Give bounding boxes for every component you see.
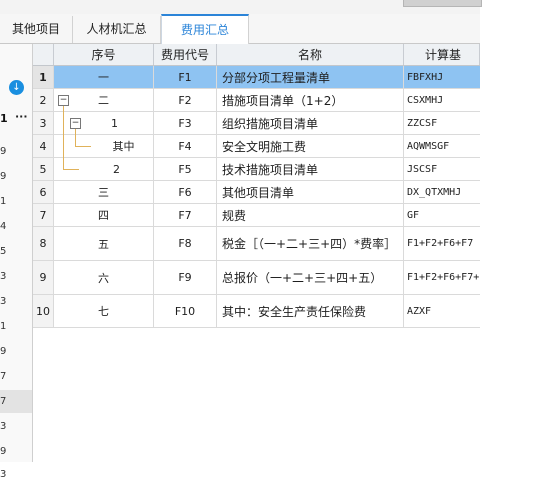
tab-labor-material-summary[interactable]: 人材机汇总 (73, 16, 161, 43)
tab-other-items[interactable]: 其他项目 (0, 16, 73, 43)
row-index: 2 (33, 89, 54, 111)
row-calc-base[interactable]: DX_QTXMHJ (404, 181, 480, 203)
left-tree-panel: ↓ 1 ··· 9 9 1 4 5 3 3 1 9 7 7 3 9 3 (0, 44, 33, 480)
table-row[interactable]: 10 七 F10 其中：安全生产责任保险费 AZXF (33, 295, 480, 328)
row-seq[interactable]: 三 (54, 181, 154, 203)
tab-bar: 其他项目 人材机汇总 费用汇总 (0, 14, 480, 45)
title-strip (0, 0, 482, 14)
table-row[interactable]: 4 其中 F4 安全文明施工费 AQWMSGF (33, 135, 480, 158)
left-item-number[interactable]: 3 (0, 296, 6, 307)
col-header-code[interactable]: 费用代号 (154, 44, 217, 65)
left-item-number[interactable]: 9 (0, 146, 6, 157)
row-name[interactable]: 规费 (217, 204, 404, 226)
row-seq[interactable]: 五 (54, 227, 154, 260)
row-code[interactable]: F8 (154, 227, 217, 260)
left-item-number[interactable]: 3 (0, 469, 6, 480)
window-control[interactable] (403, 0, 482, 7)
row-code[interactable]: F10 (154, 295, 217, 327)
row-calc-base[interactable]: AZXF (404, 295, 480, 327)
row-calc-base[interactable]: F1+F2+F6+F7 (404, 227, 480, 260)
row-code[interactable]: F2 (154, 89, 217, 111)
row-name[interactable]: 税金［（一+二+三+四）*费率］ (217, 227, 404, 260)
download-icon[interactable]: ↓ (9, 80, 24, 95)
row-name[interactable]: 组织措施项目清单 (217, 112, 404, 134)
left-item-number[interactable]: 9 (0, 446, 6, 457)
left-item-number[interactable]: 7 (0, 371, 6, 382)
left-item-number[interactable]: 9 (0, 346, 6, 357)
tree-guide-line (75, 129, 76, 146)
row-code[interactable]: F9 (154, 261, 217, 294)
row-name[interactable]: 措施项目清单（1+2） (217, 89, 404, 111)
table-row[interactable]: 1 一 F1 分部分项工程量清单 FBFXHJ (33, 66, 480, 89)
row-code[interactable]: F5 (154, 158, 217, 180)
left-item-number[interactable]: 7 (0, 396, 6, 407)
row-name[interactable]: 分部分项工程量清单 (217, 66, 404, 88)
row-calc-base[interactable]: GF (404, 204, 480, 226)
row-name[interactable]: 总报价（一+二+三+四+五） (217, 261, 404, 294)
tree-guide-line (63, 169, 79, 170)
row-code[interactable]: F3 (154, 112, 217, 134)
row-code[interactable]: F6 (154, 181, 217, 203)
row-calc-base[interactable]: F1+F2+F6+F7+F (404, 261, 480, 294)
table-row[interactable]: 5 2 F5 技术措施项目清单 JSCSF (33, 158, 480, 181)
collapse-toggle-icon[interactable]: − (70, 118, 81, 129)
row-calc-base[interactable]: JSCSF (404, 158, 480, 180)
left-item-number[interactable]: 9 (0, 171, 6, 182)
row-index: 4 (33, 135, 54, 157)
col-header-name[interactable]: 名称 (217, 44, 404, 65)
more-options-button[interactable]: ··· (15, 110, 28, 123)
collapse-toggle-icon[interactable]: − (58, 95, 69, 106)
left-item-number[interactable]: 5 (0, 246, 6, 257)
left-item-number[interactable]: 3 (0, 271, 6, 282)
row-name[interactable]: 技术措施项目清单 (217, 158, 404, 180)
row-index: 1 (33, 66, 54, 88)
row-code[interactable]: F1 (154, 66, 217, 88)
table-row[interactable]: 9 六 F9 总报价（一+二+三+四+五） F1+F2+F6+F7+F (33, 261, 480, 295)
row-index: 5 (33, 158, 54, 180)
left-item-number[interactable]: 1 (0, 321, 6, 332)
row-index: 8 (33, 227, 54, 260)
row-index: 10 (33, 295, 54, 327)
row-seq[interactable]: 1 (54, 112, 154, 134)
row-name[interactable]: 其他项目清单 (217, 181, 404, 203)
row-index: 9 (33, 261, 54, 294)
row-calc-base[interactable]: FBFXHJ (404, 66, 480, 88)
tab-cost-summary[interactable]: 费用汇总 (161, 14, 249, 45)
grid-header: 序号 费用代号 名称 计算基 (33, 44, 480, 66)
row-calc-base[interactable]: CSXMHJ (404, 89, 480, 111)
row-name[interactable]: 其中：安全生产责任保险费 (217, 295, 404, 327)
row-index: 7 (33, 204, 54, 226)
row-calc-base[interactable]: ZZCSF (404, 112, 480, 134)
level-label: 1 (0, 112, 8, 125)
table-row[interactable]: 6 三 F6 其他项目清单 DX_QTXMHJ (33, 181, 480, 204)
table-row[interactable]: 7 四 F7 规费 GF (33, 204, 480, 227)
row-code[interactable]: F4 (154, 135, 217, 157)
row-seq[interactable]: 六 (54, 261, 154, 294)
row-seq[interactable]: 四 (54, 204, 154, 226)
row-seq[interactable]: 一 (54, 66, 154, 88)
row-index: 3 (33, 112, 54, 134)
left-item-number[interactable]: 3 (0, 421, 6, 432)
row-index: 6 (33, 181, 54, 203)
row-name[interactable]: 安全文明施工费 (217, 135, 404, 157)
row-code[interactable]: F7 (154, 204, 217, 226)
table-row[interactable]: 2 二 F2 措施项目清单（1+2） CSXMHJ (33, 89, 480, 112)
left-item-number[interactable]: 1 (0, 196, 6, 207)
tree-guide-line (75, 146, 91, 147)
row-seq[interactable]: 其中 (54, 135, 154, 157)
table-row[interactable]: 3 1 F3 组织措施项目清单 ZZCSF (33, 112, 480, 135)
col-header-seq[interactable]: 序号 (54, 44, 154, 65)
left-item-number[interactable]: 4 (0, 221, 6, 232)
row-seq[interactable]: 二 (54, 89, 154, 111)
header-corner[interactable] (33, 44, 54, 65)
row-seq[interactable]: 七 (54, 295, 154, 327)
row-calc-base[interactable]: AQWMSGF (404, 135, 480, 157)
col-header-calc-base[interactable]: 计算基 (404, 44, 480, 65)
tree-guide-line (63, 106, 64, 169)
table-row[interactable]: 8 五 F8 税金［（一+二+三+四）*费率］ F1+F2+F6+F7 (33, 227, 480, 261)
